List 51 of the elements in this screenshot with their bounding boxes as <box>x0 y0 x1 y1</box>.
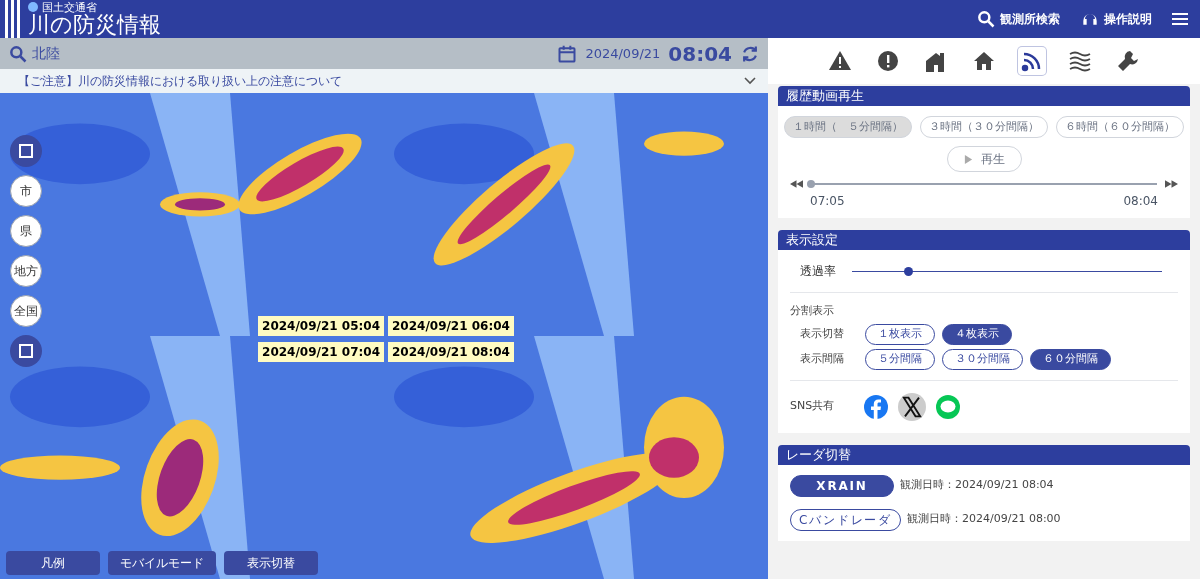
header-link[interactable]: 操作説明 <box>1080 9 1152 29</box>
opacity-label: 透過率 <box>799 263 837 280</box>
timeline-thumb[interactable] <box>807 180 815 188</box>
map-timestamp: 2024/09/21 05:04 <box>258 316 384 336</box>
x-logo-icon[interactable] <box>898 392 926 421</box>
row-label: 表示間隔 <box>800 350 845 367</box>
section-header: 履歴動画再生 <box>778 86 1190 106</box>
map-button[interactable]: 凡例 <box>6 551 100 575</box>
agency-logo-icon <box>28 2 38 12</box>
start-time: 07:05 <box>810 193 845 210</box>
option-button[interactable]: ３０分間隔 <box>942 348 1023 370</box>
range-button[interactable]: ６時間（６０分間隔） <box>1056 116 1184 138</box>
observation-time: 観測日時：2024/09/21 08:04 <box>900 477 1054 494</box>
radar-option-button[interactable]: XRAIN <box>790 474 894 497</box>
option-button[interactable]: ５分間隔 <box>865 348 935 370</box>
calendar-icon[interactable] <box>557 43 578 64</box>
search-icon <box>8 43 28 64</box>
opacity-slider-thumb[interactable] <box>903 266 913 276</box>
notice-link[interactable]: 【ご注意】川の防災情報における取り扱い上の注意について <box>18 72 342 90</box>
region-name[interactable]: 北陸 <box>32 43 60 64</box>
option-button[interactable]: ６０分間隔 <box>1030 348 1111 370</box>
header-stripes-icon <box>5 0 20 38</box>
map-timestamp: 2024/09/21 07:04 <box>258 342 384 362</box>
range-button[interactable]: １時間（ ５分間隔） <box>784 116 912 138</box>
option-button[interactable]: １枚表示 <box>865 323 935 345</box>
menu-icon[interactable] <box>1172 13 1188 25</box>
play-icon <box>963 154 973 164</box>
time-text: 08:04 <box>668 40 732 68</box>
header-link[interactable]: 観測所検索 <box>976 9 1060 29</box>
radar-option-button[interactable]: Cバンドレーダ <box>790 508 901 531</box>
site-title: 川の防災情報 <box>28 12 161 37</box>
map-timestamp: 2024/09/21 06:04 <box>388 316 514 336</box>
search-icon <box>976 9 996 29</box>
observation-time: 観測日時：2024/09/21 08:00 <box>907 511 1061 528</box>
end-time: 08:04 <box>1123 193 1158 210</box>
map-button[interactable]: 表示切替 <box>224 551 318 575</box>
facebook-logo-icon[interactable] <box>864 394 888 419</box>
split-label: 分割表示 <box>790 303 835 319</box>
range-button[interactable]: ３時間（３０分間隔） <box>920 116 1048 138</box>
rewind-icon[interactable] <box>790 180 803 188</box>
agency-name: 国土交通省 <box>42 1 97 13</box>
section-header: レーダ切替 <box>778 444 1190 465</box>
date-text: 2024/09/21 <box>585 44 661 63</box>
chevron-down-icon[interactable] <box>744 77 756 85</box>
share-label: SNS共有 <box>790 398 836 415</box>
map-button[interactable]: モバイルモード <box>108 551 216 575</box>
map-timestamp: 2024/09/21 08:04 <box>388 342 514 362</box>
section-header: 表示設定 <box>778 230 1190 250</box>
option-button[interactable]: ４枚表示 <box>942 323 1012 345</box>
row-label: 表示切替 <box>800 325 845 342</box>
fast-forward-icon[interactable] <box>1165 180 1178 188</box>
